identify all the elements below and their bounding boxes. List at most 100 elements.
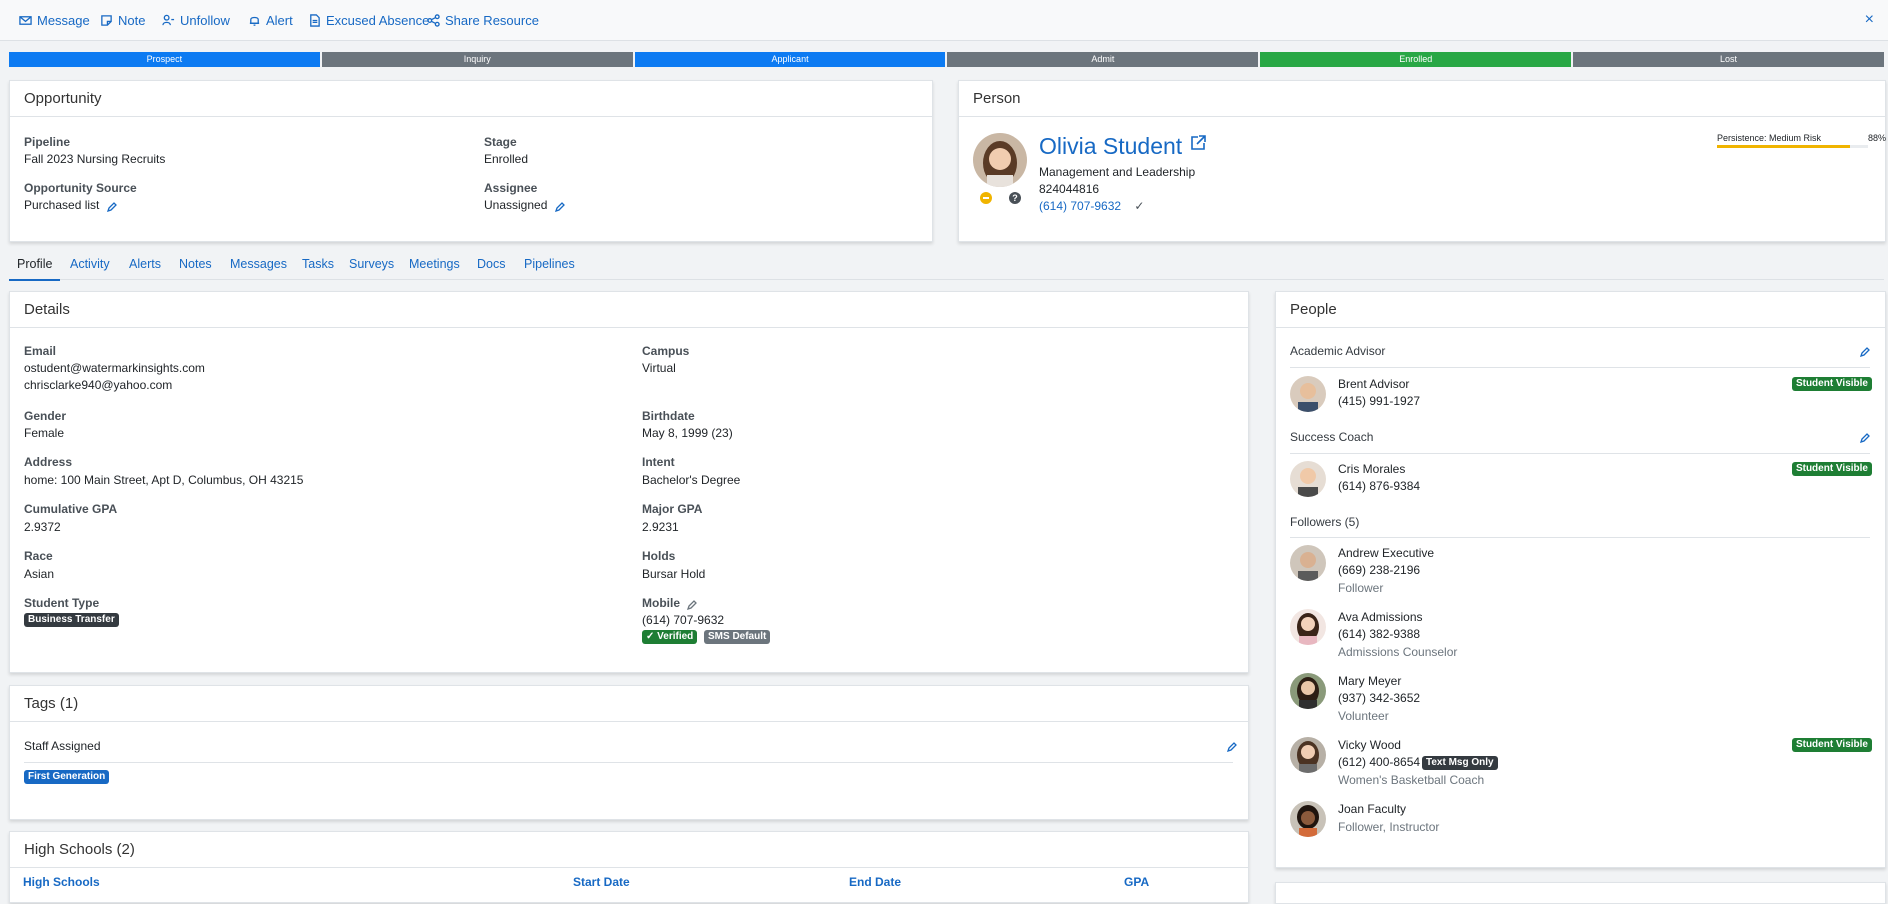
follower-phone[interactable]: (669) 238-2196 [1338, 563, 1420, 577]
holds-value: Bursar Hold [642, 567, 706, 581]
advisor-name[interactable]: Brent Advisor [1338, 377, 1409, 391]
email-primary[interactable]: ostudent@watermarkinsights.com [24, 361, 205, 375]
envelope-icon [19, 16, 32, 25]
edit-coach-pencil-icon[interactable] [1859, 432, 1870, 444]
avatar [1290, 376, 1326, 412]
student-visible-badge: Student Visible [1791, 738, 1872, 752]
tab-messages[interactable]: Messages [230, 255, 287, 279]
advisor-phone[interactable]: (415) 991-1927 [1338, 394, 1420, 408]
edit-mobile-pencil-icon[interactable] [687, 599, 698, 610]
email-label: Email [24, 344, 57, 358]
race-value: Asian [24, 567, 55, 581]
pipeline-stage-bar: Prospect Inquiry Applicant Admit Enrolle… [9, 52, 1884, 67]
edit-tags-pencil-icon[interactable] [1226, 741, 1237, 753]
student-phone-link[interactable]: (614) 707-9632 [1039, 199, 1121, 213]
note-icon [101, 15, 112, 26]
next-card-edge [1275, 882, 1886, 904]
text-msg-only-badge: Text Msg Only [1422, 756, 1498, 770]
cumulative-gpa-value: 2.9372 [24, 520, 61, 534]
intent-label: Intent [642, 455, 675, 469]
student-id: 824044816 [1039, 182, 1100, 196]
tags-divider [24, 762, 1233, 763]
advisor-divider [1290, 367, 1870, 368]
stage-enrolled[interactable]: Enrolled [1260, 52, 1572, 67]
follower-name[interactable]: Vicky Wood [1338, 738, 1401, 752]
avatar [1290, 609, 1326, 645]
share-resource-button[interactable]: Share Resource [427, 13, 539, 28]
col-gpa[interactable]: GPA [1124, 875, 1149, 889]
persistence-bar-track [1717, 145, 1868, 148]
stage-lost[interactable]: Lost [1573, 52, 1884, 67]
follower-phone[interactable]: (937) 342-3652 [1338, 691, 1420, 705]
success-coach-label: Success Coach [1290, 430, 1374, 444]
verified-badge: ✓ Verified [642, 630, 698, 644]
avatar [1290, 737, 1326, 773]
follower-phone[interactable]: (614) 382-9388 [1338, 627, 1420, 641]
assignee-field: Unassigned [484, 198, 565, 212]
tab-activity[interactable]: Activity [70, 255, 110, 279]
student-avatar [973, 133, 1027, 187]
assignee-label: Assignee [484, 181, 538, 195]
sms-default-badge: SMS Default [704, 630, 771, 644]
follower-role: Volunteer [1338, 709, 1389, 723]
message-button[interactable]: Message [19, 13, 90, 28]
major-gpa-value: 2.9231 [642, 520, 679, 534]
tab-alerts[interactable]: Alerts [129, 255, 161, 279]
question-icon[interactable]: ? [1009, 192, 1021, 204]
tab-profile[interactable]: Profile [9, 255, 61, 281]
share-icon [427, 14, 440, 27]
high-schools-card: High Schools (2) High Schools Start Date… [9, 831, 1249, 903]
coach-phone[interactable]: (614) 876-9384 [1338, 479, 1420, 493]
mobile-label: Mobile [642, 596, 680, 610]
followers-label: Followers (5) [1290, 515, 1360, 529]
edit-source-pencil-icon[interactable] [106, 201, 117, 212]
col-end-date[interactable]: End Date [849, 875, 901, 889]
follower-name[interactable]: Andrew Executive [1338, 546, 1434, 560]
tab-meetings[interactable]: Meetings [409, 255, 460, 279]
stage-admit[interactable]: Admit [947, 52, 1259, 67]
profile-tabs: Profile Activity Alerts Notes Messages T… [9, 255, 1884, 281]
avatar [1290, 673, 1326, 709]
email-secondary[interactable]: chrisclarke940@yahoo.com [24, 378, 172, 392]
major-gpa-label: Major GPA [642, 502, 703, 516]
tab-docs[interactable]: Docs [477, 255, 505, 279]
close-icon[interactable]: × [1865, 11, 1874, 29]
tab-surveys[interactable]: Surveys [349, 255, 394, 279]
follower-role: Admissions Counselor [1338, 645, 1458, 659]
follower-name[interactable]: Mary Meyer [1338, 674, 1401, 688]
student-phone-row: (614) 707-9632 ✓ [1039, 199, 1144, 213]
tags-card: Tags (1) Staff Assigned First Generation [9, 685, 1249, 820]
holds-label: Holds [642, 549, 676, 563]
col-high-schools[interactable]: High Schools [23, 875, 100, 889]
edit-advisor-pencil-icon[interactable] [1859, 346, 1870, 358]
status-minus-icon[interactable] [980, 192, 992, 204]
follower-role: Follower, Instructor [1338, 820, 1440, 834]
people-card: People Academic Advisor Brent Advisor (4… [1275, 291, 1886, 868]
stage-inquiry[interactable]: Inquiry [321, 52, 633, 67]
follower-name[interactable]: Joan Faculty [1338, 802, 1406, 816]
document-icon [310, 14, 320, 27]
note-button[interactable]: Note [100, 13, 145, 28]
excused-absence-button[interactable]: Excused Absence [308, 13, 429, 28]
follower-phone[interactable]: (612) 400-8654 [1338, 755, 1420, 769]
alert-button[interactable]: Alert [248, 13, 293, 28]
tab-notes[interactable]: Notes [179, 255, 212, 279]
stage-prospect[interactable]: Prospect [9, 52, 320, 67]
student-name-link[interactable]: Olivia Student [1039, 133, 1207, 160]
stage-applicant[interactable]: Applicant [634, 52, 946, 67]
race-label: Race [24, 549, 53, 563]
unfollow-button[interactable]: Unfollow [162, 13, 230, 28]
tab-pipelines[interactable]: Pipelines [524, 255, 575, 279]
campus-label: Campus [642, 344, 690, 358]
coach-divider [1290, 453, 1870, 454]
person-card: Person ? Olivia Student Management and L… [958, 80, 1886, 242]
tab-tasks[interactable]: Tasks [302, 255, 334, 279]
edit-assignee-pencil-icon[interactable] [554, 201, 565, 212]
avatar [1290, 801, 1326, 837]
gender-value: Female [24, 426, 65, 440]
tag-first-generation[interactable]: First Generation [24, 770, 110, 784]
cumulative-gpa-label: Cumulative GPA [24, 502, 118, 516]
coach-name[interactable]: Cris Morales [1338, 462, 1405, 476]
follower-name[interactable]: Ava Admissions [1338, 610, 1423, 624]
col-start-date[interactable]: Start Date [573, 875, 630, 889]
